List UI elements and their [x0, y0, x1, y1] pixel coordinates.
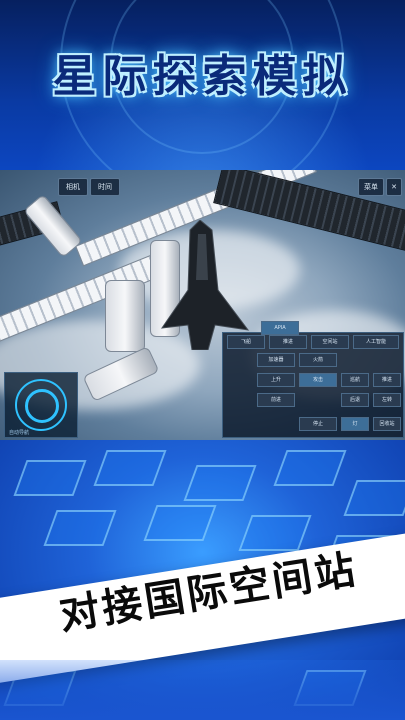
station-module	[105, 280, 145, 352]
radar-inner-ring	[25, 389, 59, 423]
station-button[interactable]: 空间站	[311, 335, 349, 349]
close-icon[interactable]: ✕	[386, 178, 402, 196]
rocket-button[interactable]: 火箭	[299, 353, 337, 367]
control-panel: APIA 飞船 推进 空间站 人工智能 加速器 火箭 上升 攻击 巡航 推进 前…	[222, 321, 404, 438]
panel-header-tab[interactable]: APIA	[261, 321, 299, 335]
hex-tile	[183, 465, 257, 501]
ai-button[interactable]: 人工智能	[353, 335, 399, 349]
ship-button[interactable]: 飞船	[227, 335, 265, 349]
thrust-button[interactable]: 推进	[269, 335, 307, 349]
stop-button[interactable]: 停止	[299, 417, 337, 431]
booster-button[interactable]: 加速器	[257, 353, 295, 367]
backward-button[interactable]: 后退	[341, 393, 369, 407]
title-banner: 星际探索模拟	[0, 0, 405, 170]
hex-tile	[93, 450, 167, 486]
bottom-glow	[0, 660, 405, 720]
time-button[interactable]: 时间	[90, 178, 120, 196]
space-shuttle	[160, 220, 250, 350]
navigation-radar[interactable]: 自动导航	[4, 372, 78, 438]
hex-tile	[343, 480, 405, 516]
hex-tile	[273, 450, 347, 486]
radar-label: 自动导航	[9, 430, 30, 436]
hex-tile	[143, 505, 217, 541]
ascend-button[interactable]: 上升	[257, 373, 295, 387]
recycle-button[interactable]: 回收站	[373, 417, 401, 431]
light-button[interactable]: 灯	[341, 417, 369, 431]
cruise-button[interactable]: 巡航	[341, 373, 369, 387]
forward-button[interactable]: 前进	[257, 393, 295, 407]
turn-left-button[interactable]: 左转	[373, 393, 401, 407]
camera-button[interactable]: 相机	[58, 178, 88, 196]
hex-tile	[43, 510, 117, 546]
propel-button[interactable]: 推进	[373, 373, 401, 387]
attack-button[interactable]: 攻击	[299, 373, 337, 387]
game-title: 星际探索模拟	[52, 51, 353, 102]
menu-button[interactable]: 菜单	[358, 178, 384, 196]
hex-tile	[13, 460, 87, 496]
